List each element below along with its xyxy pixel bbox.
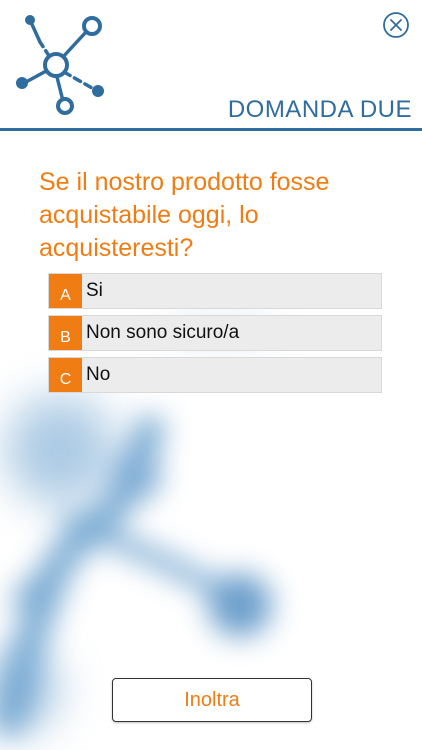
page-title: DOMANDA DUE [227, 96, 412, 123]
question-text: Se il nostro prodotto fosse acquistabile… [39, 168, 330, 262]
answer-option-b[interactable]: B Non sono sicuro/a [48, 315, 382, 351]
answer-letter: A [49, 274, 82, 308]
header-divider [0, 128, 422, 131]
submit-button[interactable]: Inoltra [112, 678, 312, 722]
answer-label: Non sono sicuro/a [86, 322, 240, 343]
network-nodes-icon [16, 15, 104, 115]
answer-option-c[interactable]: C No [48, 357, 382, 393]
answer-list: A Si B Non sono sicuro/a C No [48, 273, 382, 399]
answer-label: No [86, 364, 111, 385]
answer-letter: B [49, 316, 82, 350]
close-circle-icon[interactable] [382, 11, 410, 39]
answer-letter: C [49, 358, 82, 392]
answer-option-a[interactable]: A Si [48, 273, 382, 309]
answer-label: Si [86, 280, 103, 301]
